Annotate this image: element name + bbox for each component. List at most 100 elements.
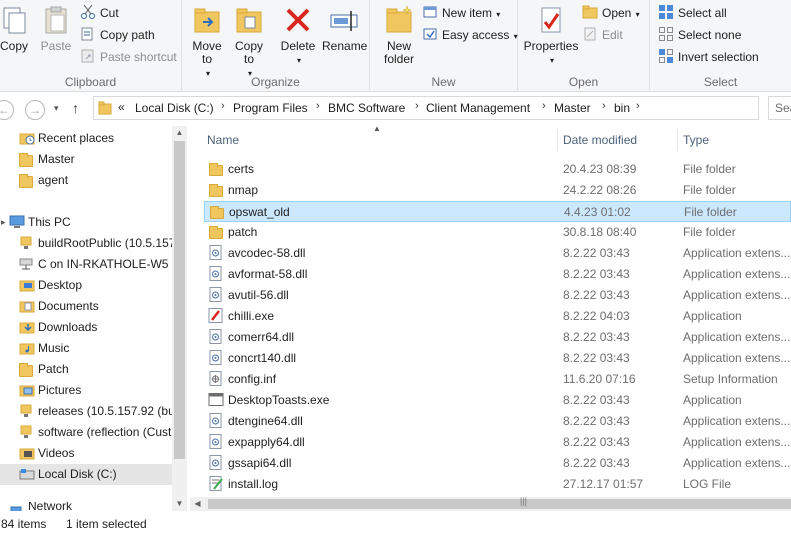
breadcrumb-separator-icon[interactable]: › (221, 100, 225, 112)
nav-item-label: Desktop (38, 278, 83, 292)
paste-shortcut-button[interactable]: Paste shortcut (80, 47, 177, 67)
file-row[interactable]: nmap 24.2.22 08:26 File folder (204, 180, 791, 201)
scroll-left-icon[interactable]: ◀ (190, 497, 205, 511)
breadcrumb-master[interactable]: Master (554, 101, 591, 115)
nav-item-downloads[interactable]: Downloads (0, 317, 172, 338)
horizontal-scroll-thumb[interactable]: ||| (208, 496, 791, 509)
nav-item-documents[interactable]: Documents (0, 296, 172, 317)
rename-button[interactable]: Rename (322, 4, 367, 53)
recent-locations-dropdown[interactable]: ▾ (54, 103, 59, 114)
new-folder-button[interactable]: New folder (380, 4, 418, 66)
easy-access-button[interactable]: Easy access ▾ (422, 25, 518, 45)
file-row[interactable]: chilli.exe 8.2.22 04:03 Application (204, 306, 791, 327)
invert-selection-button[interactable]: Invert selection (658, 47, 759, 67)
breadcrumb-client-management[interactable]: Client Management (426, 101, 530, 115)
expand-arrow-icon[interactable]: ▸ (1, 212, 6, 233)
paste-button[interactable]: Paste (38, 4, 74, 53)
nav-item-patch[interactable]: Patch (0, 359, 172, 380)
breadcrumb-separator-icon[interactable]: › (602, 100, 606, 112)
select-all-button[interactable]: Select all (658, 3, 727, 23)
folder-icon (209, 226, 223, 239)
nav-item-buildrootpublic[interactable]: buildRootPublic (10.5.157 (0, 233, 172, 254)
file-row[interactable]: opswat_old 4.4.23 01:02 File folder (204, 201, 791, 222)
scroll-up-icon[interactable]: ▲ (172, 126, 187, 140)
column-header-name[interactable]: Name (207, 131, 239, 149)
file-type: Application extens... (683, 267, 791, 281)
nav-item-network[interactable]: Network (0, 502, 172, 511)
nav-item-software[interactable]: software (reflection (Cust (0, 422, 172, 443)
file-type: File folder (683, 183, 736, 197)
move-to-button[interactable]: Move to ▾ (190, 4, 224, 80)
cut-button[interactable]: Cut (80, 3, 119, 23)
file-row[interactable]: avcodec-58.dll 8.2.22 03:43 Application ex… (204, 243, 791, 264)
file-row[interactable]: certs 20.4.23 08:39 File folder (204, 159, 791, 180)
file-row[interactable]: concrt140.dll 8.2.22 03:43 Application ext… (204, 348, 791, 369)
delete-label: Delete (280, 39, 316, 53)
select-none-button[interactable]: Select none (658, 25, 741, 45)
breadcrumb-overflow[interactable]: « (118, 100, 125, 114)
column-divider[interactable] (557, 129, 558, 151)
delete-button[interactable]: Delete ▾ (280, 4, 316, 67)
nav-item-local-disk[interactable]: Local Disk (C:) (0, 464, 172, 485)
nav-pane-scroll-thumb[interactable] (174, 141, 185, 459)
search-input[interactable]: Sea (768, 96, 791, 120)
file-type: Application (683, 309, 742, 323)
forward-arrow-icon: → (29, 103, 41, 117)
navigation-pane: Recent places Master agent ▸ This PC bui… (0, 126, 187, 511)
file-row[interactable]: gssapi64.dll 8.2.22 03:43 Application exte… (204, 453, 791, 474)
breadcrumb-program-files[interactable]: Program Files (233, 101, 308, 115)
nav-item-master[interactable]: Master (0, 149, 172, 170)
nav-item-music[interactable]: Music (0, 338, 172, 359)
paste-shortcut-icon (80, 48, 96, 64)
breadcrumb-separator-icon[interactable]: › (542, 100, 546, 112)
open-button[interactable]: Open ▾ (582, 3, 640, 23)
scroll-down-icon[interactable]: ▼ (172, 497, 187, 511)
file-row[interactable]: avformat-58.dll 8.2.22 03:43 Application e… (204, 264, 791, 285)
nav-pane-scrollbar[interactable]: ▲ ▼ (172, 126, 187, 511)
edit-button[interactable]: Edit (582, 25, 623, 45)
file-row[interactable]: dtengine64.dll 8.2.22 03:43 Application ex… (204, 411, 791, 432)
forward-button[interactable]: → (25, 100, 45, 120)
column-divider[interactable] (677, 129, 678, 151)
copy-icon (0, 4, 30, 36)
nav-item-c-on-in-rkathole[interactable]: C on IN-RKATHOLE-W5 (0, 254, 172, 275)
nav-item-recent-places[interactable]: Recent places (0, 128, 172, 149)
back-button[interactable]: ← (0, 100, 14, 120)
file-row[interactable]: DesktopToasts.exe 8.2.22 03:43 Application (204, 390, 791, 411)
file-row[interactable]: patch 30.8.18 08:40 File folder (204, 222, 791, 243)
file-name: opswat_old (229, 205, 290, 219)
file-type: Setup Information (683, 372, 778, 386)
breadcrumb-bin[interactable]: bin (614, 101, 630, 115)
copy-path-button[interactable]: Copy path (80, 25, 155, 45)
file-row[interactable]: avutil-56.dll 8.2.22 03:43 Application ext… (204, 285, 791, 306)
file-row[interactable]: config.inf 11.6.20 07:16 Setup Information (204, 369, 791, 390)
setup-information-icon (208, 371, 224, 386)
nav-item-agent[interactable]: agent (0, 170, 172, 191)
copy-to-button[interactable]: Copy to ▾ (232, 4, 266, 80)
breadcrumb-separator-icon[interactable]: › (316, 100, 320, 112)
breadcrumb-local-disk[interactable]: Local Disk (C:) (135, 101, 214, 115)
nav-item-pictures[interactable]: Pictures (0, 380, 172, 401)
up-button[interactable]: ↑ (72, 100, 79, 116)
file-name: dtengine64.dll (228, 414, 303, 428)
move-to-folder-icon (191, 4, 223, 36)
open-folder-icon (582, 4, 598, 20)
column-header-date-modified[interactable]: Date modified (563, 131, 637, 149)
properties-button[interactable]: Properties ▾ (522, 4, 580, 67)
file-row[interactable]: install.log 27.12.17 01:57 LOG File (204, 474, 791, 495)
file-row[interactable]: expapply64.dll 8.2.22 03:43 Application ex… (204, 432, 791, 453)
file-list-horizontal-scrollbar[interactable]: ◀ ||| (190, 496, 791, 511)
file-type: File folder (684, 205, 737, 219)
new-item-button[interactable]: New item ▾ (422, 3, 500, 23)
nav-item-desktop[interactable]: Desktop (0, 275, 172, 296)
breadcrumb-separator-icon[interactable]: › (415, 100, 419, 112)
copy-button[interactable]: Copy (0, 4, 30, 53)
nav-item-videos[interactable]: Videos (0, 443, 172, 464)
breadcrumb-bmc-software[interactable]: BMC Software (328, 101, 405, 115)
nav-item-this-pc[interactable]: ▸ This PC (0, 212, 172, 233)
breadcrumb-separator-icon[interactable]: › (636, 100, 640, 112)
file-row[interactable]: comerr64.dll 8.2.22 03:43 Application exte… (204, 327, 791, 348)
nav-item-releases[interactable]: releases (10.5.157.92 (buil (0, 401, 172, 422)
column-header-type[interactable]: Type (683, 131, 709, 149)
address-bar[interactable]: « Local Disk (C:) › Program Files › BMC … (93, 96, 759, 120)
